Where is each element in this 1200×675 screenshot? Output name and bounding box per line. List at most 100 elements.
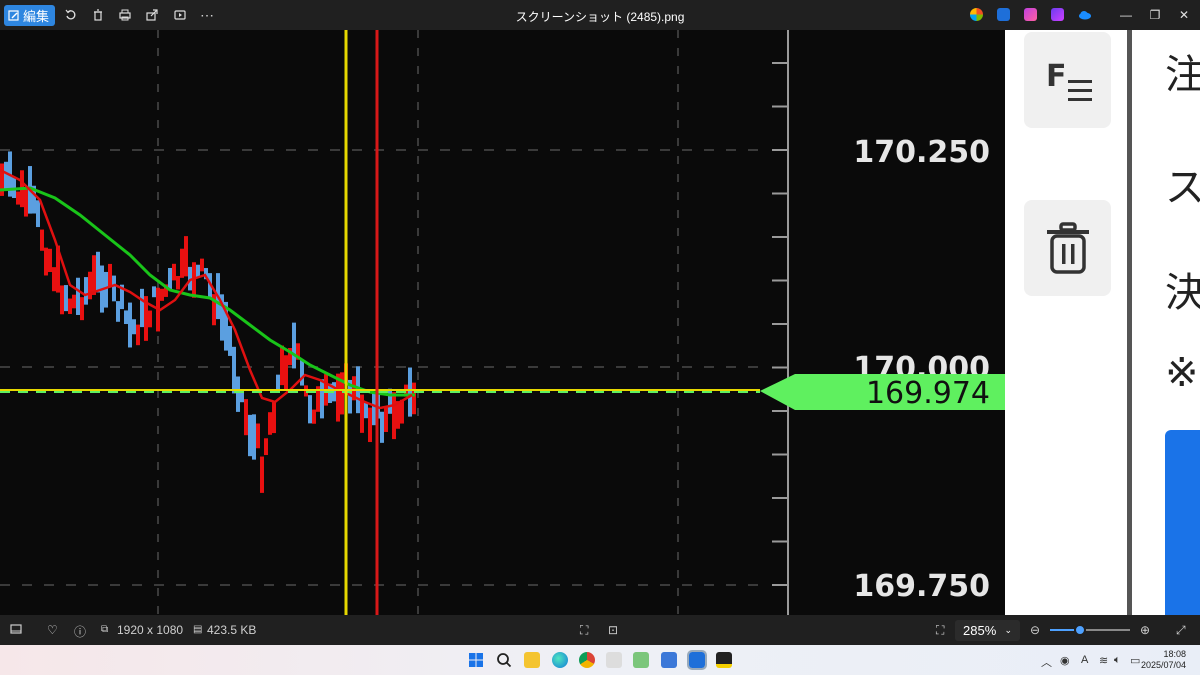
candle — [200, 258, 204, 272]
favorite-button[interactable]: ♡ — [47, 623, 58, 637]
candle — [4, 161, 8, 190]
ime-indicator[interactable]: A — [1081, 654, 1088, 666]
search-button[interactable] — [496, 652, 512, 668]
chart-svg: 170.250 170.000 169.750 169.974 — [0, 30, 1005, 615]
candle — [128, 302, 132, 348]
candle — [184, 236, 188, 277]
candle — [284, 355, 288, 390]
candle — [72, 294, 76, 309]
app-icon-2[interactable] — [633, 652, 649, 668]
candle — [108, 263, 112, 287]
restore-icon: ❐ — [1149, 8, 1161, 22]
zoom-out-button[interactable]: ⊖ — [1030, 623, 1040, 637]
candle — [384, 406, 388, 432]
clock-time: 18:08 — [1163, 649, 1186, 659]
candle — [40, 229, 44, 251]
clock[interactable]: 18:08 2025/07/04 — [1141, 649, 1186, 671]
price-chart: 170.250 170.000 169.750 169.974 — [0, 30, 1005, 615]
candle — [400, 399, 404, 424]
svg-text:F: F — [1046, 59, 1067, 94]
candle — [24, 187, 28, 217]
price-label-170250: 170.250 — [853, 135, 990, 170]
zoom-in-icon: ⊕ — [1140, 623, 1151, 637]
candle — [44, 247, 48, 276]
panel-delete-button[interactable] — [1024, 200, 1111, 296]
battery-icon[interactable]: ▭ — [1130, 654, 1140, 667]
image-dimensions: 1920 x 1080 — [117, 623, 184, 637]
photos-edit-icon[interactable] — [997, 8, 1010, 21]
copilot-icon[interactable] — [970, 8, 983, 21]
edge-icon[interactable] — [552, 652, 568, 668]
candle — [392, 392, 396, 440]
side-panel: F 注 ス 決 ※ — [1005, 30, 1200, 615]
candle — [96, 251, 100, 293]
candle — [88, 271, 92, 300]
candle — [248, 414, 252, 457]
current-price-label: 169.974 — [866, 376, 990, 411]
fit-window-button[interactable]: ⛶ — [936, 623, 944, 638]
candle — [236, 376, 240, 412]
file-explorer-icon[interactable] — [524, 652, 540, 668]
close-button[interactable]: ✕ — [1174, 6, 1194, 24]
candle — [280, 345, 284, 386]
candle — [80, 297, 84, 321]
price-axis-ticks — [772, 62, 788, 586]
candle — [148, 310, 152, 328]
zoom-value: 285% — [963, 623, 997, 638]
fit-screen-button[interactable]: ⛶ — [580, 623, 588, 638]
panel-divider — [1127, 30, 1132, 615]
start-button[interactable] — [468, 652, 484, 668]
image-canvas[interactable]: 170.250 170.000 169.750 169.974 F 注 ス 決 … — [0, 30, 1200, 615]
photos-icon[interactable] — [687, 650, 707, 670]
minimize-icon: — — [1120, 8, 1132, 22]
candle — [372, 392, 376, 426]
expand-icon: ⤢ — [1176, 623, 1186, 637]
fullscreen-button[interactable]: ⤢ — [1176, 623, 1186, 638]
zoom-slider-thumb[interactable] — [1074, 624, 1087, 636]
panel-blue-button[interactable] — [1165, 430, 1200, 615]
chrome-icon[interactable] — [579, 652, 595, 668]
candle — [92, 255, 96, 295]
zoom-out-icon: ⊖ — [1030, 623, 1041, 637]
zoom-dropdown[interactable]: 285% ⌄ — [955, 620, 1020, 641]
fit-window-icon: ⛶ — [936, 623, 945, 637]
window-title: スクリーンショット (2485).png — [515, 10, 685, 24]
tray-overflow-icon[interactable]: ︿ — [1041, 654, 1052, 670]
zoom-in-button[interactable]: ⊕ — [1140, 623, 1150, 637]
onedrive-icon[interactable] — [1078, 8, 1091, 21]
designer-icon[interactable] — [1024, 8, 1037, 21]
candle — [256, 423, 260, 449]
candle — [76, 277, 80, 315]
candle — [312, 409, 316, 424]
app-icon-1[interactable] — [606, 652, 622, 668]
fit-screen-icon: ⛶ — [580, 623, 589, 637]
restore-button[interactable]: ❐ — [1145, 6, 1165, 24]
dimensions-icon: ⧉ — [101, 624, 109, 635]
candle — [48, 248, 52, 273]
candle — [116, 301, 120, 322]
volume-icon[interactable]: 🔈︎ — [1114, 654, 1121, 667]
candle — [160, 288, 164, 301]
candle — [412, 382, 416, 415]
filmstrip-button[interactable] — [10, 623, 22, 638]
zoom-slider[interactable] — [1050, 624, 1130, 636]
actual-size-button[interactable]: ⊡ — [608, 623, 618, 637]
actual-size-icon: ⊡ — [608, 623, 619, 637]
tray-app-icon[interactable]: ◉ — [1060, 654, 1070, 667]
candle — [320, 379, 324, 419]
filter-list-button[interactable]: F — [1024, 32, 1111, 128]
candle — [268, 412, 272, 435]
clipchamp-icon[interactable] — [1051, 8, 1064, 21]
candle — [112, 275, 116, 302]
info-button[interactable]: ⓘ — [74, 623, 86, 640]
taskbar: ︿ ◉ A ≋ 🔈︎ ▭ 18:08 2025/07/04 — [0, 645, 1200, 675]
clock-date: 2025/07/04 — [1140, 660, 1186, 670]
notepad-icon[interactable] — [661, 652, 677, 668]
sticky-notes-icon[interactable] — [716, 652, 732, 668]
trash-icon — [1046, 222, 1089, 274]
candle — [232, 346, 236, 394]
grid-horizontal — [0, 149, 760, 586]
file-size: 423.5 KB — [207, 623, 257, 637]
minimize-button[interactable]: — — [1116, 6, 1136, 24]
wifi-icon[interactable]: ≋ — [1099, 654, 1108, 667]
